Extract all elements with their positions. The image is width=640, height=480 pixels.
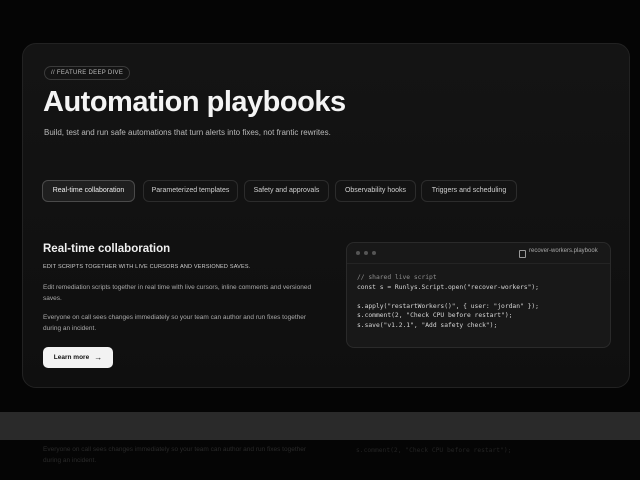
window-title-bar: recover-workers.playbook [347, 243, 610, 264]
code-block: // shared live script const s = Runlys.S… [357, 273, 539, 330]
window-dot-icon [356, 251, 360, 255]
window-dot-icon [372, 251, 376, 255]
tab-real-time-collaboration[interactable]: Real-time collaboration [42, 180, 135, 202]
section-eyebrow: EDIT SCRIPTS TOGETHER WITH LIVE CURSORS … [43, 264, 251, 270]
code-line: s.save("v1.2.1", "Add safety check"); [357, 321, 498, 329]
code-editor-window[interactable]: recover-workers.playbook // shared live … [346, 242, 611, 348]
file-icon [519, 250, 526, 258]
tab-triggers-and-scheduling[interactable]: Triggers and scheduling [421, 180, 517, 202]
learn-more-label: Learn more [53, 354, 90, 361]
code-line: s.comment(2, "Check CPU before restart")… [357, 312, 513, 319]
faded-code-line: s.comment(2, "Check CPU before restart")… [356, 447, 512, 454]
file-name: recover-workers.playbook [529, 248, 598, 254]
code-line: // shared live script [357, 274, 437, 281]
code-line: s.apply("restartWorkers()", { user: "jor… [357, 302, 539, 310]
section-paragraph-1: Edit remediation scripts together in rea… [43, 284, 312, 302]
tab-observability-hooks[interactable]: Observability hooks [335, 180, 416, 202]
learn-more-button[interactable]: Learn more → [43, 347, 113, 368]
tab-parameterized-templates[interactable]: Parameterized templates [143, 180, 238, 202]
section-title: Real-time collaboration [43, 243, 171, 255]
section-paragraph-2: Everyone on call sees changes immediatel… [43, 314, 307, 332]
tab-safety-and-approvals[interactable]: Safety and approvals [244, 180, 329, 202]
page-title: Automation playbooks [43, 86, 346, 118]
feature-eyebrow-badge: // FEATURE DEEP DIVE [44, 66, 131, 80]
page-subtitle: Build, test and run safe automations tha… [44, 128, 331, 137]
faded-paragraph: Everyone on call sees changes immediatel… [43, 446, 307, 464]
code-line: const s = Runlys.Script.open("recover-wo… [357, 283, 539, 291]
arrow-right-icon: → [94, 353, 103, 362]
window-dot-icon [364, 251, 368, 255]
bottom-divider-strip [0, 412, 640, 440]
